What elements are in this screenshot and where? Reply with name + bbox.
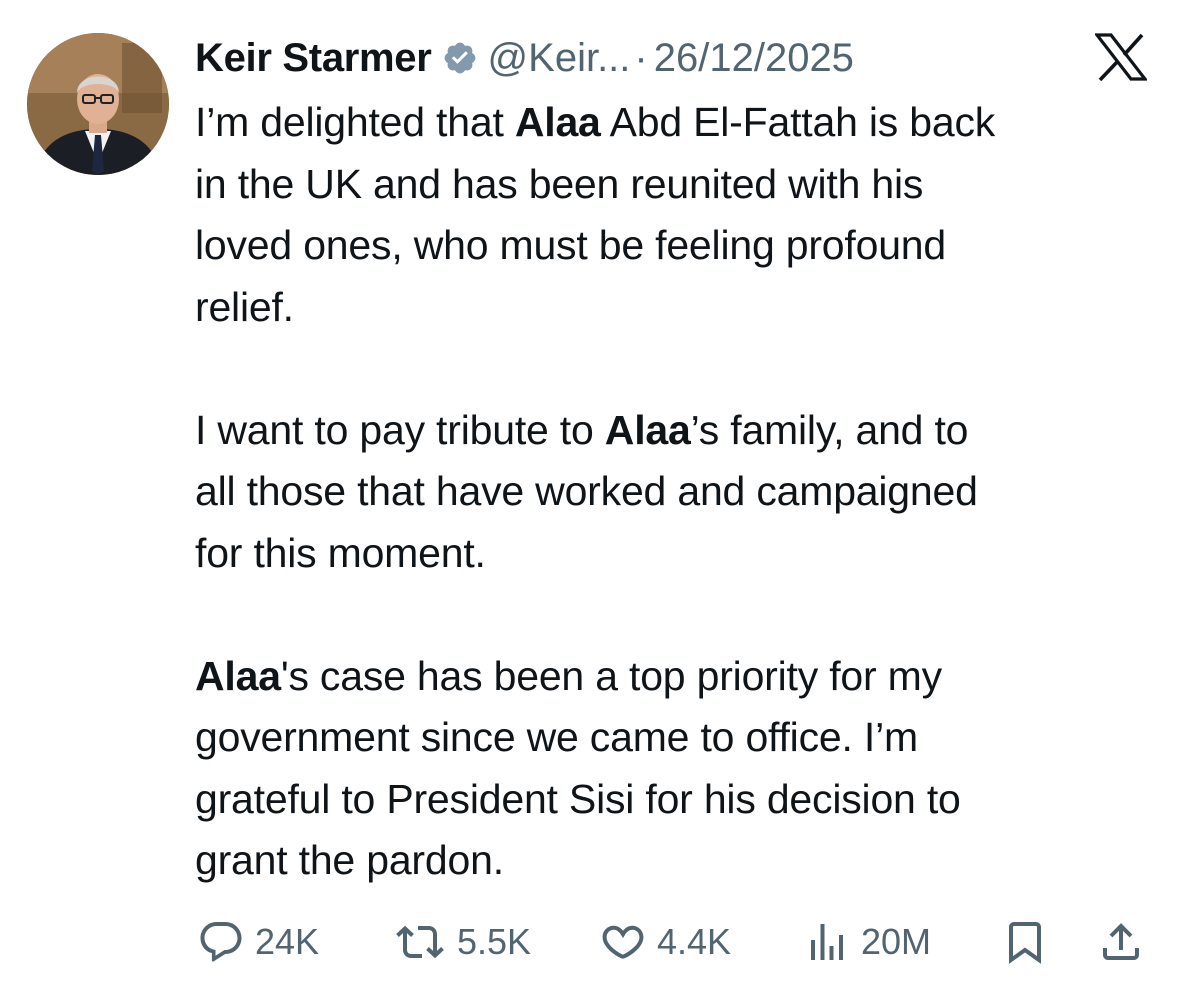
author-handle[interactable]: @Keir...: [488, 36, 631, 81]
reply-count: 24K: [255, 921, 320, 962]
tweet-text: I’m delighted that Alaa Abd El-Fattah is…: [195, 92, 1170, 892]
repost-button[interactable]: 5.5K: [393, 912, 531, 972]
views-count: 20M: [861, 921, 932, 962]
author-name[interactable]: Keir Starmer: [195, 36, 432, 81]
repost-count: 5.5K: [457, 921, 532, 962]
views-icon: [803, 918, 851, 966]
tweet-text-segment: government since we came to office. I’m: [195, 714, 918, 760]
like-button[interactable]: 4.4K: [599, 912, 731, 972]
action-bar: 24K 5.5K 4.4K 20M: [195, 912, 1155, 972]
tweet-text-segment: 's case has been a top priority for my: [280, 652, 942, 699]
share-button[interactable]: [1097, 912, 1145, 972]
heart-icon: [599, 918, 647, 966]
repost-icon: [393, 918, 447, 966]
tweet-text-segment: I’m delighted that: [195, 99, 515, 145]
tweet-text-segment: loved ones, who must be feeling profound: [195, 222, 947, 268]
tweet-text-segment: grant the pardon.: [195, 837, 504, 883]
tweet-text-segment: for this moment.: [195, 529, 486, 576]
reply-icon: [197, 918, 245, 966]
tweet-text-segment: in the UK and has been reunited with his: [195, 160, 924, 207]
avatar-image: [27, 33, 169, 175]
tweet-paragraph: I’m delighted that Alaa Abd El-Fattah is…: [195, 92, 1170, 338]
tweet-text-segment: ’s family, and to: [690, 406, 969, 453]
tweet-text-bold: Alaa: [195, 652, 281, 699]
tweet-text-bold: Alaa: [604, 406, 691, 453]
bookmark-icon: [1001, 918, 1049, 966]
tweet-date[interactable]: 26/12/2025: [654, 36, 854, 81]
tweet-text-segment: relief.: [195, 283, 294, 330]
views-button[interactable]: 20M: [803, 912, 931, 972]
tweet-paragraph: I want to pay tribute to Alaa’s family, …: [195, 400, 1170, 585]
tweet-text-segment: grateful to President Sisi for his decis…: [195, 775, 961, 822]
verified-badge-icon: [442, 40, 478, 76]
tweet-paragraph: Alaa's case has been a top priority for …: [195, 646, 1170, 892]
bookmark-button[interactable]: [1001, 912, 1049, 972]
tweet-text-segment: Abd El-Fattah is back: [600, 99, 996, 145]
share-icon: [1097, 918, 1145, 966]
x-logo-icon: [1093, 33, 1149, 82]
reply-button[interactable]: 24K: [197, 912, 319, 972]
separator-dot: ·: [634, 35, 648, 80]
avatar[interactable]: [27, 33, 169, 175]
like-count: 4.4K: [657, 921, 732, 962]
tweet-text-segment: I want to pay tribute to: [195, 406, 605, 453]
tweet-header: Keir Starmer @Keir... · 26/12/2025: [195, 30, 854, 86]
tweet-text-bold: Alaa: [514, 99, 601, 145]
tweet: Keir Starmer @Keir... · 26/12/2025 I’m d…: [0, 0, 1179, 993]
tweet-text-segment: all those that have worked and campaigne…: [195, 468, 978, 514]
